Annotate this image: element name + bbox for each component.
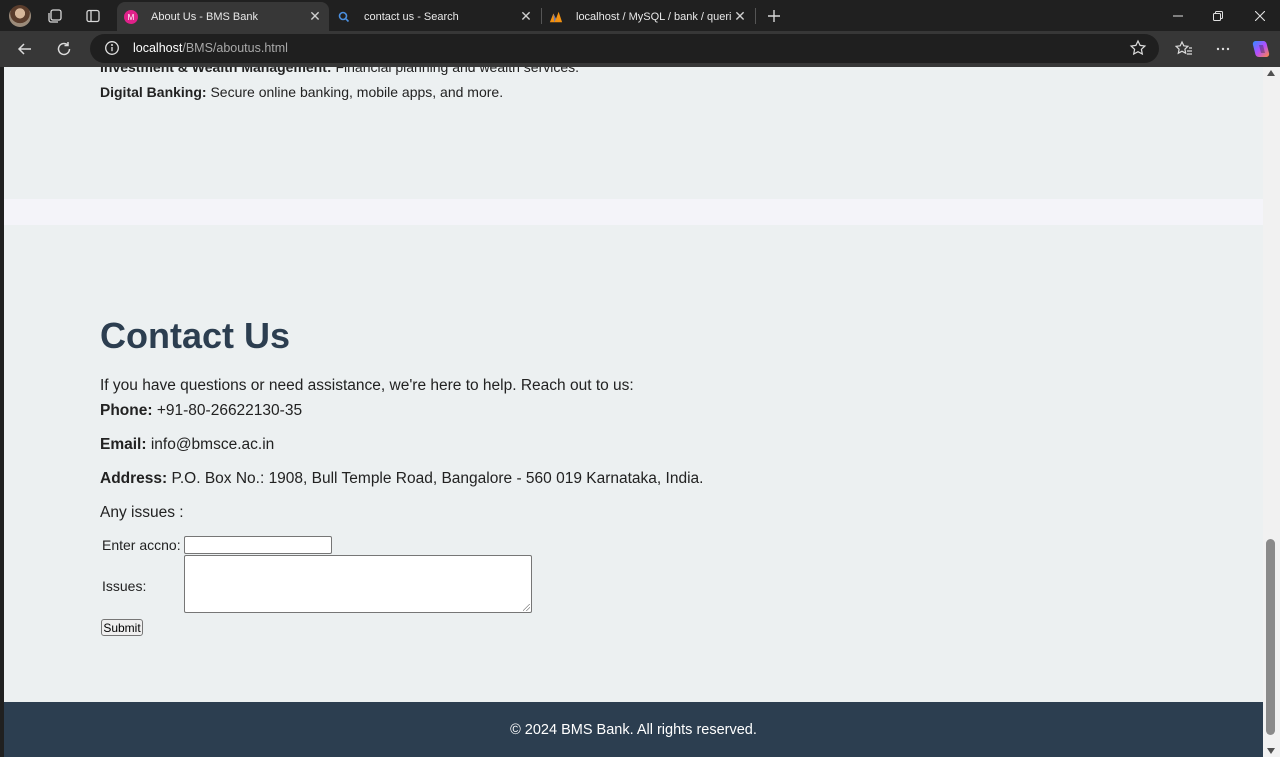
contact-phone: Phone: +91-80-26622130-35: [100, 402, 302, 420]
address-value: P.O. Box No.: 1908, Bull Temple Road, Ba…: [171, 470, 704, 487]
service-label: Investment & Wealth Management:: [100, 67, 332, 75]
tab-title: About Us - BMS Bank: [151, 10, 258, 23]
workspaces-icon[interactable]: [45, 6, 65, 26]
contact-address: Address: P.O. Box No.: 1908, Bull Temple…: [100, 470, 703, 488]
favorites-icon[interactable]: [1172, 37, 1196, 61]
accno-label: Enter accno:: [102, 537, 181, 553]
site-favicon-icon: M: [124, 9, 138, 24]
copilot-icon[interactable]: [1249, 37, 1273, 61]
accno-input[interactable]: [184, 536, 332, 554]
browser-toolbar: localhost/BMS/aboutus.html: [0, 31, 1280, 67]
address-label: Address:: [100, 470, 168, 487]
tab-title: contact us - Search: [364, 10, 459, 23]
section-divider: [4, 199, 1263, 225]
restore-icon[interactable]: [1198, 0, 1238, 31]
profile-avatar[interactable]: [9, 5, 31, 27]
address-bar[interactable]: localhost/BMS/aboutus.html: [90, 34, 1159, 63]
browser-tab-bar: M About Us - BMS Bank ✕ contact us - Sea…: [0, 0, 1280, 31]
site-info-icon[interactable]: [104, 40, 120, 56]
issues-label: Issues:: [102, 578, 147, 594]
search-icon: [337, 10, 351, 24]
issues-prompt: Any issues :: [100, 504, 184, 521]
footer-copyright: © 2024 BMS Bank. All rights reserved.: [510, 721, 757, 738]
contact-email: Email: info@bmsce.ac.in: [100, 436, 274, 454]
more-options-icon[interactable]: [1211, 37, 1235, 61]
phone-label: Phone:: [100, 402, 153, 419]
page-footer: © 2024 BMS Bank. All rights reserved.: [4, 702, 1263, 757]
back-icon[interactable]: [13, 37, 37, 61]
tab-about-us[interactable]: M About Us - BMS Bank ✕: [117, 2, 329, 31]
contact-section: Contact Us If you have questions or need…: [4, 225, 1263, 702]
tab-title: localhost / MySQL / bank / querie: [576, 10, 732, 23]
favorite-star-icon[interactable]: [1129, 39, 1147, 57]
close-window-icon[interactable]: [1240, 0, 1280, 31]
contact-intro: If you have questions or need assistance…: [100, 377, 634, 394]
tab-phpmyadmin[interactable]: localhost / MySQL / bank / querie ✕: [542, 2, 754, 31]
url-path: /BMS/aboutus.html: [182, 41, 288, 55]
url-text: localhost/BMS/aboutus.html: [133, 41, 288, 55]
email-value: info@bmsce.ac.in: [150, 436, 275, 453]
service-description: Financial planning and wealth services.: [335, 67, 580, 75]
new-tab-icon[interactable]: [764, 6, 784, 26]
scroll-up-arrow-icon[interactable]: [1267, 70, 1275, 76]
email-label: Email:: [100, 436, 147, 453]
tab-actions-icon[interactable]: [83, 6, 103, 26]
service-digital-banking: Digital Banking: Secure online banking, …: [100, 84, 503, 100]
submit-button[interactable]: Submit: [101, 619, 143, 636]
service-description: Secure online banking, mobile apps, and …: [210, 84, 504, 100]
svg-text:M: M: [128, 13, 135, 22]
close-tab-icon[interactable]: ✕: [518, 8, 534, 25]
tab-separator: [755, 8, 756, 24]
services-section: Investment & Wealth Management: Financia…: [4, 67, 1263, 199]
refresh-icon[interactable]: [52, 37, 76, 61]
close-tab-icon[interactable]: ✕: [307, 8, 323, 25]
close-tab-icon[interactable]: ✕: [732, 8, 748, 25]
tab-contact-search[interactable]: contact us - Search ✕: [330, 2, 540, 31]
issues-textarea[interactable]: [184, 555, 532, 613]
page-scrollbar[interactable]: [1263, 67, 1280, 757]
url-host: localhost: [133, 41, 183, 55]
contact-heading: Contact Us: [100, 315, 291, 356]
scrollbar-thumb[interactable]: [1266, 539, 1275, 735]
service-investment: Investment & Wealth Management: Financia…: [100, 67, 579, 75]
phone-value: +91-80-26622130-35: [156, 402, 303, 419]
service-label: Digital Banking:: [100, 84, 207, 100]
resize-handle-icon[interactable]: [523, 604, 530, 611]
minimize-icon[interactable]: [1158, 0, 1198, 31]
page-viewport: Investment & Wealth Management: Financia…: [4, 67, 1263, 757]
phpmyadmin-icon: [549, 10, 563, 24]
scroll-down-arrow-icon[interactable]: [1267, 748, 1275, 754]
